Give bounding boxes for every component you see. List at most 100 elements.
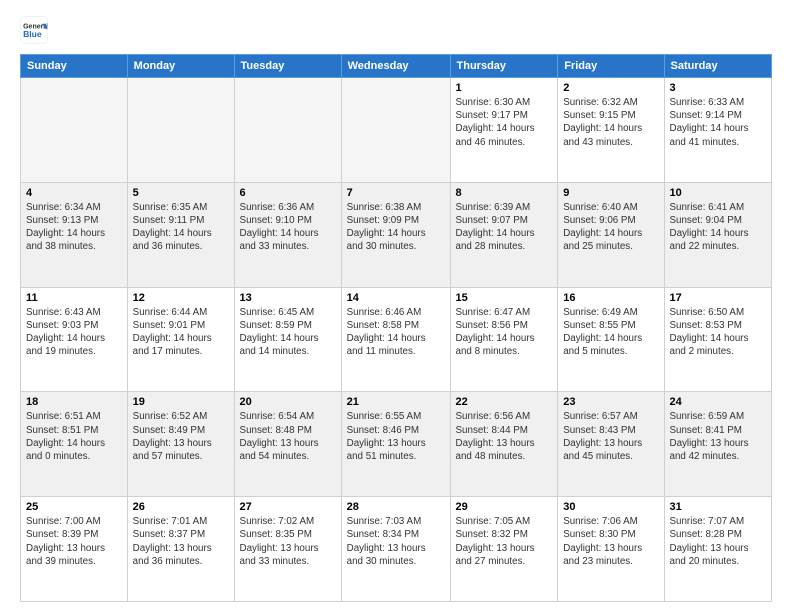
day-detail: Sunrise: 6:43 AMSunset: 9:03 PMDaylight:… xyxy=(26,306,122,359)
weekday-header-friday: Friday xyxy=(558,55,664,78)
day-detail: Sunrise: 7:05 AMSunset: 8:32 PMDaylight:… xyxy=(456,515,553,568)
day-detail: Sunrise: 7:00 AMSunset: 8:39 PMDaylight:… xyxy=(26,515,122,568)
calendar-cell: 4 Sunrise: 6:34 AMSunset: 9:13 PMDaylight… xyxy=(21,182,128,287)
logo: General Blue xyxy=(20,16,54,44)
week-row-5: 25Sunrise: 7:00 AMSunset: 8:39 PMDayligh… xyxy=(21,497,772,602)
week-row-2: 4 Sunrise: 6:34 AMSunset: 9:13 PMDaylight… xyxy=(21,182,772,287)
calendar-cell xyxy=(127,78,234,183)
day-number: 9 xyxy=(563,187,658,199)
day-number: 8 xyxy=(456,187,553,199)
calendar-cell: 12 Sunrise: 6:44 AMSunset: 9:01 PMDayligh… xyxy=(127,287,234,392)
calendar-cell: 25Sunrise: 7:00 AMSunset: 8:39 PMDayligh… xyxy=(21,497,128,602)
day-number: 4 xyxy=(26,187,122,199)
calendar-cell: 27Sunrise: 7:02 AMSunset: 8:35 PMDayligh… xyxy=(234,497,341,602)
day-number: 26 xyxy=(133,501,229,513)
calendar-cell: 18 Sunrise: 6:51 AMSunset: 8:51 PMDayligh… xyxy=(21,392,128,497)
calendar-cell: 2 Sunrise: 6:32 AMSunset: 9:15 PMDaylight… xyxy=(558,78,664,183)
header: General Blue xyxy=(20,16,772,44)
calendar-cell xyxy=(341,78,450,183)
calendar-cell: 3 Sunrise: 6:33 AMSunset: 9:14 PMDaylight… xyxy=(664,78,772,183)
day-detail: Sunrise: 6:38 AMSunset: 9:09 PMDaylight:… xyxy=(347,201,445,254)
day-number: 23 xyxy=(563,396,658,408)
calendar-cell xyxy=(21,78,128,183)
calendar-cell: 8 Sunrise: 6:39 AMSunset: 9:07 PMDaylight… xyxy=(450,182,558,287)
calendar-cell: 26 Sunrise: 7:01 AMSunset: 8:37 PMDayligh… xyxy=(127,497,234,602)
calendar-cell: 20 Sunrise: 6:54 AMSunset: 8:48 PMDayligh… xyxy=(234,392,341,497)
calendar-cell: 1 Sunrise: 6:30 AMSunset: 9:17 PMDaylight… xyxy=(450,78,558,183)
svg-text:Blue: Blue xyxy=(23,29,42,39)
day-number: 1 xyxy=(456,82,553,94)
weekday-header-sunday: Sunday xyxy=(21,55,128,78)
day-number: 31 xyxy=(670,501,767,513)
day-number: 11 xyxy=(26,292,122,304)
day-detail: Sunrise: 6:51 AMSunset: 8:51 PMDaylight:… xyxy=(26,410,122,463)
day-detail: Sunrise: 6:49 AMSunset: 8:55 PMDaylight:… xyxy=(563,306,658,359)
weekday-header-wednesday: Wednesday xyxy=(341,55,450,78)
calendar-cell: 7 Sunrise: 6:38 AMSunset: 9:09 PMDaylight… xyxy=(341,182,450,287)
day-number: 28 xyxy=(347,501,445,513)
day-detail: Sunrise: 7:01 AMSunset: 8:37 PMDaylight:… xyxy=(133,515,229,568)
calendar-cell: 5 Sunrise: 6:35 AMSunset: 9:11 PMDaylight… xyxy=(127,182,234,287)
calendar-cell: 21 Sunrise: 6:55 AMSunset: 8:46 PMDayligh… xyxy=(341,392,450,497)
calendar-cell: 24 Sunrise: 6:59 AMSunset: 8:41 PMDayligh… xyxy=(664,392,772,497)
day-number: 24 xyxy=(670,396,767,408)
day-detail: Sunrise: 7:07 AMSunset: 8:28 PMDaylight:… xyxy=(670,515,767,568)
calendar-cell: 13Sunrise: 6:45 AMSunset: 8:59 PMDayligh… xyxy=(234,287,341,392)
day-detail: Sunrise: 7:02 AMSunset: 8:35 PMDaylight:… xyxy=(240,515,336,568)
day-detail: Sunrise: 6:40 AMSunset: 9:06 PMDaylight:… xyxy=(563,201,658,254)
calendar-cell: 28 Sunrise: 7:03 AMSunset: 8:34 PMDayligh… xyxy=(341,497,450,602)
day-number: 18 xyxy=(26,396,122,408)
calendar-cell: 29 Sunrise: 7:05 AMSunset: 8:32 PMDayligh… xyxy=(450,497,558,602)
weekday-header-tuesday: Tuesday xyxy=(234,55,341,78)
day-number: 22 xyxy=(456,396,553,408)
day-detail: Sunrise: 6:35 AMSunset: 9:11 PMDaylight:… xyxy=(133,201,229,254)
day-number: 29 xyxy=(456,501,553,513)
calendar-cell: 16 Sunrise: 6:49 AMSunset: 8:55 PMDayligh… xyxy=(558,287,664,392)
day-number: 16 xyxy=(563,292,658,304)
day-number: 7 xyxy=(347,187,445,199)
day-detail: Sunrise: 6:52 AMSunset: 8:49 PMDaylight:… xyxy=(133,410,229,463)
day-number: 3 xyxy=(670,82,767,94)
calendar-cell: 17Sunrise: 6:50 AMSunset: 8:53 PMDayligh… xyxy=(664,287,772,392)
day-detail: Sunrise: 6:39 AMSunset: 9:07 PMDaylight:… xyxy=(456,201,553,254)
day-number: 30 xyxy=(563,501,658,513)
day-detail: Sunrise: 6:54 AMSunset: 8:48 PMDaylight:… xyxy=(240,410,336,463)
day-detail: Sunrise: 6:30 AMSunset: 9:17 PMDaylight:… xyxy=(456,96,553,149)
day-detail: Sunrise: 7:06 AMSunset: 8:30 PMDaylight:… xyxy=(563,515,658,568)
day-number: 21 xyxy=(347,396,445,408)
weekday-header-monday: Monday xyxy=(127,55,234,78)
calendar-cell: 15 Sunrise: 6:47 AMSunset: 8:56 PMDayligh… xyxy=(450,287,558,392)
day-detail: Sunrise: 6:57 AMSunset: 8:43 PMDaylight:… xyxy=(563,410,658,463)
week-row-3: 11 Sunrise: 6:43 AMSunset: 9:03 PMDayligh… xyxy=(21,287,772,392)
day-detail: Sunrise: 6:50 AMSunset: 8:53 PMDaylight:… xyxy=(670,306,767,359)
page: General Blue SundayMondayTuesdayWednesda… xyxy=(0,0,792,612)
day-number: 12 xyxy=(133,292,229,304)
day-detail: Sunrise: 6:41 AMSunset: 9:04 PMDaylight:… xyxy=(670,201,767,254)
day-detail: Sunrise: 6:46 AMSunset: 8:58 PMDaylight:… xyxy=(347,306,445,359)
day-detail: Sunrise: 6:34 AMSunset: 9:13 PMDaylight:… xyxy=(26,201,122,254)
day-detail: Sunrise: 6:47 AMSunset: 8:56 PMDaylight:… xyxy=(456,306,553,359)
day-detail: Sunrise: 6:45 AMSunset: 8:59 PMDaylight:… xyxy=(240,306,336,359)
day-number: 19 xyxy=(133,396,229,408)
calendar-cell: 30 Sunrise: 7:06 AMSunset: 8:30 PMDayligh… xyxy=(558,497,664,602)
day-number: 20 xyxy=(240,396,336,408)
day-detail: Sunrise: 6:32 AMSunset: 9:15 PMDaylight:… xyxy=(563,96,658,149)
calendar-cell: 31 Sunrise: 7:07 AMSunset: 8:28 PMDayligh… xyxy=(664,497,772,602)
day-number: 5 xyxy=(133,187,229,199)
calendar-cell: 11 Sunrise: 6:43 AMSunset: 9:03 PMDayligh… xyxy=(21,287,128,392)
day-detail: Sunrise: 6:59 AMSunset: 8:41 PMDaylight:… xyxy=(670,410,767,463)
day-number: 15 xyxy=(456,292,553,304)
calendar-cell: 6Sunrise: 6:36 AMSunset: 9:10 PMDaylight… xyxy=(234,182,341,287)
day-detail: Sunrise: 7:03 AMSunset: 8:34 PMDaylight:… xyxy=(347,515,445,568)
weekday-header-row: SundayMondayTuesdayWednesdayThursdayFrid… xyxy=(21,55,772,78)
day-detail: Sunrise: 6:55 AMSunset: 8:46 PMDaylight:… xyxy=(347,410,445,463)
calendar-cell xyxy=(234,78,341,183)
day-detail: Sunrise: 6:44 AMSunset: 9:01 PMDaylight:… xyxy=(133,306,229,359)
calendar-cell: 23 Sunrise: 6:57 AMSunset: 8:43 PMDayligh… xyxy=(558,392,664,497)
day-detail: Sunrise: 6:33 AMSunset: 9:14 PMDaylight:… xyxy=(670,96,767,149)
calendar-table: SundayMondayTuesdayWednesdayThursdayFrid… xyxy=(20,54,772,602)
day-number: 2 xyxy=(563,82,658,94)
day-number: 6 xyxy=(240,187,336,199)
day-number: 10 xyxy=(670,187,767,199)
week-row-4: 18 Sunrise: 6:51 AMSunset: 8:51 PMDayligh… xyxy=(21,392,772,497)
